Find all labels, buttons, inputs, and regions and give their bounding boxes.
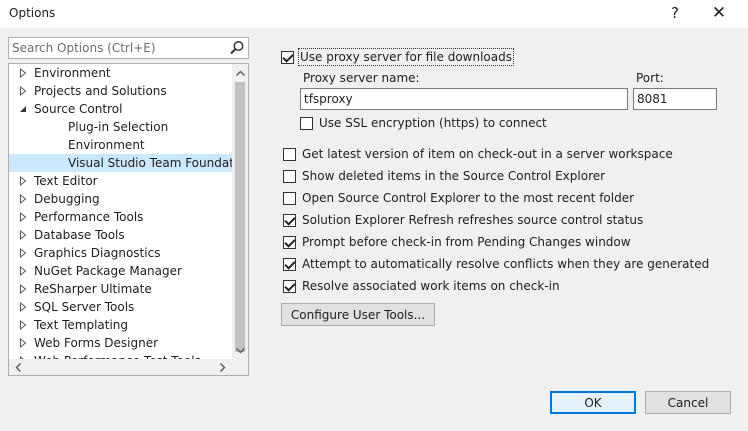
cancel-button[interactable]: Cancel — [645, 391, 731, 414]
ok-button[interactable]: OK — [550, 391, 636, 414]
tree-item[interactable]: Projects and Solutions — [9, 82, 233, 100]
option-checkbox[interactable] — [283, 169, 296, 183]
tree-item[interactable]: Graphics Diagnostics — [9, 244, 233, 262]
tree-item[interactable]: Plug-in Selection — [9, 118, 233, 136]
use-proxy-checkbox[interactable] — [281, 50, 294, 64]
options-tree: Environment Projects and Solutions Source … — [8, 63, 249, 376]
title-bar: Options ? ✕ — [0, 0, 748, 28]
tree-item-label: SQL Server Tools — [34, 300, 135, 314]
option-row[interactable]: Solution Explorer Refresh refreshes sour… — [283, 211, 643, 229]
tree-item[interactable]: Visual Studio Team Foundation Server — [9, 154, 233, 172]
collapsed-arrow-icon[interactable] — [19, 338, 27, 348]
tree-item[interactable]: Text Editor — [9, 172, 233, 190]
help-button[interactable]: ? — [657, 2, 693, 24]
tree-item[interactable]: Text Templating — [9, 316, 233, 334]
tree-scroll-thumb[interactable] — [235, 82, 245, 352]
option-label[interactable]: Open Source Control Explorer to the most… — [302, 191, 634, 205]
scroll-right-icon[interactable] — [215, 359, 231, 375]
collapsed-arrow-icon[interactable] — [19, 266, 27, 276]
proxy-server-name-input[interactable] — [300, 88, 628, 110]
proxy-server-name-label: Proxy server name: — [303, 71, 420, 85]
option-checkbox[interactable] — [283, 257, 296, 271]
option-label[interactable]: Solution Explorer Refresh refreshes sour… — [302, 213, 643, 227]
tree-vertical-scrollbar[interactable] — [232, 64, 248, 359]
option-checkbox[interactable] — [283, 147, 296, 161]
option-checkbox[interactable] — [283, 213, 296, 227]
tree-item[interactable]: Source Control — [9, 100, 233, 118]
tree-item[interactable]: Performance Tools — [9, 208, 233, 226]
use-ssl-checkbox[interactable] — [300, 116, 313, 130]
option-label[interactable]: Show deleted items in the Source Control… — [302, 169, 605, 183]
option-row[interactable]: Open Source Control Explorer to the most… — [283, 189, 634, 207]
option-label[interactable]: Prompt before check-in from Pending Chan… — [302, 235, 631, 249]
port-label: Port: — [636, 71, 664, 85]
option-row[interactable]: Prompt before check-in from Pending Chan… — [283, 233, 631, 251]
window-title: Options — [9, 6, 56, 20]
tree-item[interactable]: Environment — [9, 64, 233, 82]
scroll-left-icon[interactable] — [10, 359, 26, 375]
use-proxy-label[interactable]: Use proxy server for file downloads — [298, 48, 514, 66]
option-checkbox[interactable] — [283, 235, 296, 249]
collapsed-arrow-icon[interactable] — [19, 176, 27, 186]
tree-item-label: Debugging — [34, 192, 100, 206]
tree-item-label: Source Control — [34, 102, 123, 116]
option-label[interactable]: Attempt to automatically resolve conflic… — [302, 257, 709, 271]
tree-item-label: Text Templating — [34, 318, 129, 332]
collapsed-arrow-icon[interactable] — [19, 302, 27, 312]
tree-item-label: Visual Studio Team Foundation Server — [68, 156, 233, 170]
collapsed-arrow-icon[interactable] — [19, 284, 27, 294]
tree-list: Environment Projects and Solutions Source … — [9, 64, 233, 359]
tree-horizontal-scrollbar[interactable] — [9, 359, 248, 375]
option-row[interactable]: Show deleted items in the Source Control… — [283, 167, 605, 185]
tree-item[interactable]: Web Performance Test Tools — [9, 352, 233, 359]
option-row[interactable]: Attempt to automatically resolve conflic… — [283, 255, 709, 273]
tree-item[interactable]: NuGet Package Manager — [9, 262, 233, 280]
configure-user-tools-button[interactable]: Configure User Tools... — [281, 303, 435, 326]
collapsed-arrow-icon[interactable] — [19, 86, 27, 96]
option-row[interactable]: Get latest version of item on check-out … — [283, 145, 673, 163]
tree-item[interactable]: Debugging — [9, 190, 233, 208]
collapsed-arrow-icon[interactable] — [19, 248, 27, 258]
scroll-down-icon[interactable] — [232, 343, 248, 359]
option-row[interactable]: Resolve associated work items on check-i… — [283, 277, 560, 295]
port-input[interactable] — [633, 88, 717, 110]
search-icon[interactable] — [228, 39, 246, 57]
tree-item[interactable]: SQL Server Tools — [9, 298, 233, 316]
search-box — [8, 37, 249, 59]
tree-item[interactable]: ReSharper Ultimate — [9, 280, 233, 298]
close-button[interactable]: ✕ — [701, 2, 737, 24]
tree-item[interactable]: Database Tools — [9, 226, 233, 244]
option-label[interactable]: Resolve associated work items on check-i… — [302, 279, 560, 293]
tree-item[interactable]: Web Forms Designer — [9, 334, 233, 352]
collapsed-arrow-icon[interactable] — [19, 230, 27, 240]
tree-item-label: Database Tools — [34, 228, 125, 242]
tree-item-label: Environment — [68, 138, 145, 152]
tree-item-label: ReSharper Ultimate — [34, 282, 152, 296]
tree-item-label: Text Editor — [34, 174, 98, 188]
tree-item[interactable]: Environment — [9, 136, 233, 154]
collapsed-arrow-icon[interactable] — [19, 194, 27, 204]
tree-item-label: Graphics Diagnostics — [34, 246, 161, 260]
collapsed-arrow-icon[interactable] — [19, 320, 27, 330]
expanded-arrow-icon[interactable] — [19, 104, 27, 114]
use-ssl-label[interactable]: Use SSL encryption (https) to connect — [319, 116, 547, 130]
tree-item-label: Web Forms Designer — [34, 336, 159, 350]
collapsed-arrow-icon[interactable] — [19, 68, 27, 78]
use-proxy-option[interactable]: Use proxy server for file downloads — [281, 48, 514, 66]
tree-item-label: Plug-in Selection — [68, 120, 169, 134]
option-checkbox[interactable] — [283, 191, 296, 205]
tree-item-label: Environment — [34, 66, 111, 80]
tree-item-label: Web Performance Test Tools — [34, 352, 201, 359]
footer-separator — [0, 382, 748, 383]
tree-item-label: Performance Tools — [34, 210, 144, 224]
search-input[interactable] — [12, 40, 226, 56]
option-checkbox[interactable] — [283, 279, 296, 293]
tree-item-label: NuGet Package Manager — [34, 264, 182, 278]
option-label[interactable]: Get latest version of item on check-out … — [302, 147, 673, 161]
use-ssl-option[interactable]: Use SSL encryption (https) to connect — [300, 114, 547, 132]
collapsed-arrow-icon[interactable] — [19, 212, 27, 222]
tree-item-label: Projects and Solutions — [34, 84, 167, 98]
scroll-up-icon[interactable] — [232, 65, 248, 81]
